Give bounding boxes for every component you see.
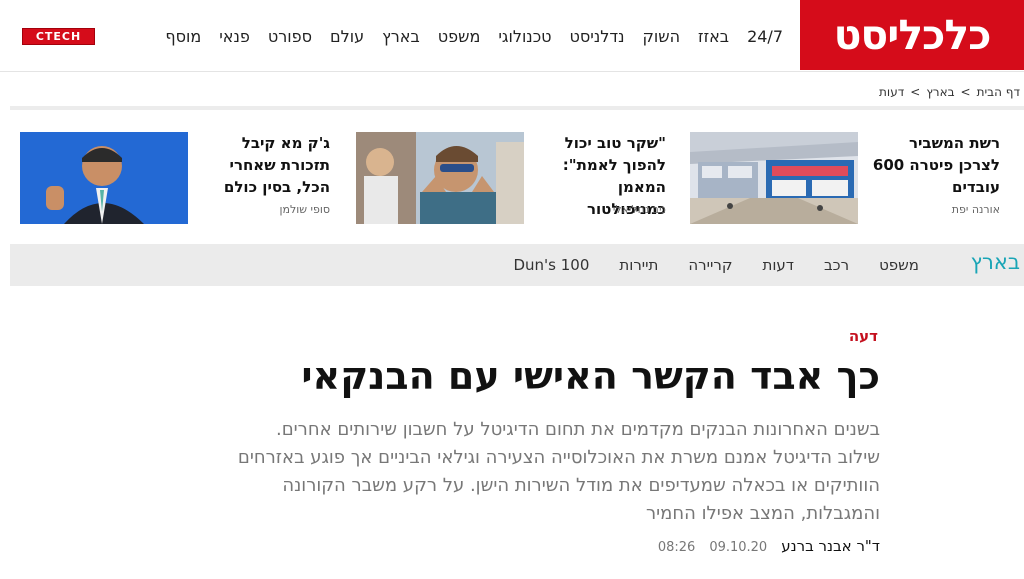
main-nav-item-israel[interactable]: בארץ (373, 27, 429, 46)
article-headline: כך אבד הקשר האישי עם הבנקאי (301, 354, 880, 398)
breadcrumb-section[interactable]: בארץ (926, 85, 954, 99)
subnav-item-law[interactable]: משפט (864, 256, 934, 274)
ctech-link[interactable]: CTECH (22, 28, 95, 45)
site-header: כלכליסט 24/7 באזז השוק נדלניסט טכנולוגי … (0, 0, 1024, 72)
teaser-image-coach[interactable] (356, 132, 524, 224)
site-logo[interactable]: כלכליסט (800, 0, 1024, 70)
main-nav-item-supplement[interactable]: מוסף (156, 27, 210, 46)
teaser-strip: רשת המשביר לצרכן פיטרה 600 עובדים אורנה … (0, 128, 1024, 228)
subnav-item-duns100[interactable]: Dun's 100 (498, 256, 604, 274)
teaser-item[interactable]: ג'ק מא קיבל תזכורת שאחרי הכל, בסין כולם … (20, 128, 330, 228)
main-nav: 24/7 באזז השוק נדלניסט טכנולוגי משפט באר… (156, 0, 792, 72)
subnav-item-career[interactable]: קריירה (673, 256, 747, 274)
main-nav-item-tech[interactable]: טכנולוגי (489, 27, 560, 46)
teaser-author: ניב נחליאלי (612, 203, 666, 216)
main-nav-item-world[interactable]: עולם (321, 27, 373, 46)
article-author[interactable]: ד"ר אבנר ברנע (781, 537, 880, 555)
section-subnav: בארץ משפט רכב דעות קריירה תיירות Dun's 1… (10, 244, 1024, 286)
site-logo-text: כלכליסט (833, 11, 992, 59)
subnav-item-tourism[interactable]: תיירות (604, 256, 673, 274)
breadcrumb-separator: > (960, 85, 971, 99)
main-nav-item-sport[interactable]: ספורט (259, 27, 321, 46)
teaser-item[interactable]: "שקר טוב יכול להפוך לאמת": המאמן כמניפול… (356, 128, 666, 228)
breadcrumb-current[interactable]: דעות (879, 85, 904, 99)
main-nav-item-buzz[interactable]: באזז (689, 27, 738, 46)
main-nav-item-leisure[interactable]: פנאי (210, 27, 259, 46)
breadcrumb-home[interactable]: דף הבית (977, 85, 1020, 99)
teaser-image-svg (690, 132, 858, 224)
teaser-image-jack-ma[interactable] (20, 132, 188, 224)
teaser-title[interactable]: רשת המשביר לצרכן פיטרה 600 עובדים (870, 132, 1000, 198)
section-subnav-items: משפט רכב דעות קריירה תיירות Dun's 100 (498, 256, 934, 274)
main-nav-item-24-7[interactable]: 24/7 (738, 27, 792, 46)
teaser-image-mall[interactable] (690, 132, 858, 224)
section-title[interactable]: בארץ (971, 250, 1020, 274)
breadcrumb-separator: > (910, 85, 921, 99)
article-date: 09.10.20 (709, 540, 768, 555)
teaser-item[interactable]: רשת המשביר לצרכן פיטרה 600 עובדים אורנה … (690, 128, 1000, 228)
breadcrumb: דף הבית > בארץ > דעות (879, 85, 1020, 99)
teaser-title[interactable]: ג'ק מא קיבל תזכורת שאחרי הכל, בסין כולם (200, 132, 330, 198)
subnav-item-opinions[interactable]: דעות (747, 256, 809, 274)
teaser-author: אורנה יפת (951, 203, 1000, 216)
divider (10, 106, 1024, 110)
main-nav-item-market[interactable]: השוק (634, 27, 690, 46)
main-nav-item-realestate[interactable]: נדלניסט (561, 27, 634, 46)
main-nav-item-law[interactable]: משפט (429, 27, 490, 46)
article-lead: בשנים האחרונות הבנקים מקדמים את תחום הדי… (237, 419, 880, 524)
teaser-image-svg (356, 132, 524, 224)
teaser-author: סופי שולמן (279, 203, 330, 216)
article-time: 08:26 (657, 540, 696, 555)
article-meta: ד"ר אבנר ברנע 09.10.20 08:26 (658, 537, 880, 555)
teaser-image-svg (20, 132, 188, 224)
article-kicker[interactable]: דעה (849, 327, 878, 345)
subnav-item-cars[interactable]: רכב (809, 256, 864, 274)
